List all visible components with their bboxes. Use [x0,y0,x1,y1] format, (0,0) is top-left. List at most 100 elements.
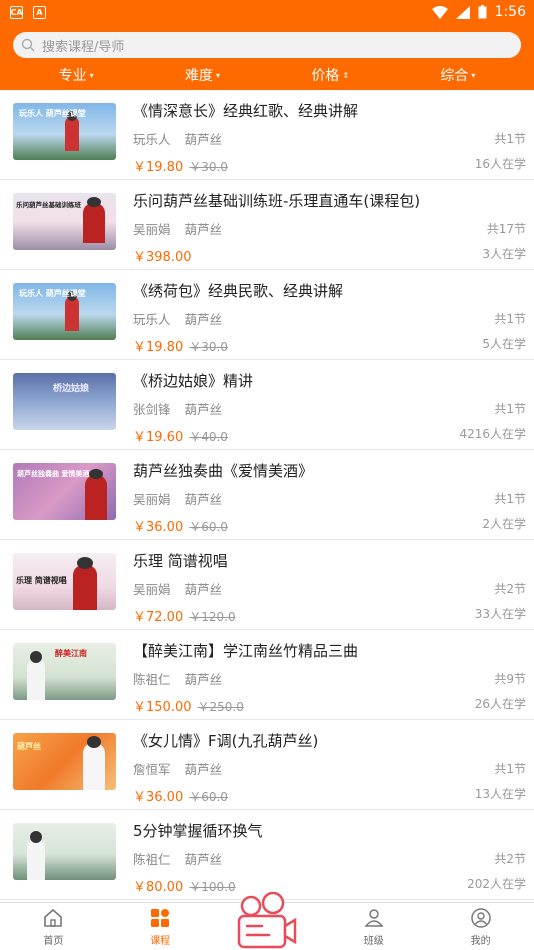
lesson-count: 共1节 [494,402,526,416]
learner-count: 13人在学 [474,787,526,801]
course-item[interactable]: 葫芦丝 《女儿情》F调(九孔葫芦丝) 詹恒军 葫芦丝 共1节 ￥36.00 ￥60.… [0,720,534,810]
original-price: ￥60.0 [189,520,228,534]
search-input[interactable]: 搜索课程/导师 [42,36,124,55]
learner-count: 4216人在学 [459,427,526,441]
teacher-name: 玩乐人 [133,312,171,327]
sort-icon: ⇕ [342,70,350,80]
course-category: 葫芦丝 [184,762,223,777]
course-title: 乐理 简谱视唱 [133,552,228,570]
original-price: ￥120.0 [189,610,236,624]
filter-price[interactable]: 价格 ⇕ [311,65,349,85]
course-category: 葫芦丝 [184,132,223,147]
thumbnail-text: 乐理 简谱视唱 [16,575,67,585]
wifi-icon [431,5,448,19]
course-thumbnail: 桥边姑娘 [13,373,116,430]
course-thumbnail: 玩乐人 葫芦丝课堂 [13,283,116,340]
original-price: ￥250.0 [197,700,244,714]
course-item[interactable]: 5分钟掌握循环换气 陈祖仁 葫芦丝 共2节 ￥80.00 ￥100.0 202人在学 [0,810,534,900]
course-item[interactable]: 桥边姑娘 《桥边姑娘》精讲 张剑锋 葫芦丝 共1节 ￥19.60 ￥40.0 421… [0,360,534,450]
nav-class[interactable]: 班级 [320,903,427,950]
course-price: ￥36.00 [133,790,184,805]
course-category: 葫芦丝 [184,672,223,687]
thumbnail-text: 桥边姑娘 [53,384,90,394]
course-title: 《情深意长》经典红歌、经典讲解 [133,102,359,120]
profile-icon [470,908,491,928]
learner-count: 16人在学 [474,157,526,171]
filter-label: 价格 [311,68,340,84]
course-category: 葫芦丝 [184,222,223,237]
nav-label: 课程 [150,936,171,947]
course-thumbnail: 葫芦丝 [13,733,116,790]
learner-count: 3人在学 [482,247,526,261]
filter-overall[interactable]: 综合 ▾ [440,65,475,85]
course-price: ￥72.00 [133,610,184,625]
course-title: 《女儿情》F调(九孔葫芦丝) [133,732,319,750]
learner-count: 26人在学 [474,697,526,711]
course-thumbnail: 乐问葫芦丝基础训练班 [13,193,116,250]
thumbnail-text: 乐问葫芦丝基础训练班 [16,201,81,209]
original-price: ￥40.0 [189,430,228,444]
original-price: ￥30.0 [189,340,228,354]
nav-course[interactable]: 课程 [107,903,214,950]
course-price: ￥36.00 [133,520,184,535]
search-icon [21,38,35,52]
course-category: 葫芦丝 [184,582,223,597]
chevron-down-icon: ▾ [215,70,220,80]
camera-icon[interactable] [236,892,298,950]
nav-label: 班级 [363,936,384,947]
nav-label: 首页 [43,936,64,947]
course-category: 葫芦丝 [184,312,223,327]
course-item[interactable]: 乐理 简谱视唱 乐理 简谱视唱 吴丽娟 葫芦丝 共2节 ￥72.00 ￥120.0 … [0,540,534,630]
signal-icon [455,5,470,19]
course-title: 5分钟掌握循环换气 [133,822,263,840]
lesson-count: 共2节 [494,582,526,596]
course-grid-icon [151,909,170,927]
thumbnail-text: 玩乐人 葫芦丝课堂 [19,288,86,298]
lesson-count: 共1节 [494,762,526,776]
learner-count: 33人在学 [474,607,526,621]
lesson-count: 共1节 [494,132,526,146]
notification-icon: CA [10,5,23,19]
filter-difficulty[interactable]: 难度 ▾ [185,65,220,85]
course-item[interactable]: 醉美江南 【醉美江南】学江南丝竹精品三曲 陈祖仁 葫芦丝 共9节 ￥150.00 ￥… [0,630,534,720]
course-category: 葫芦丝 [184,492,223,507]
teacher-name: 陈祖仁 [133,672,171,687]
chevron-down-icon: ▾ [89,70,94,80]
chevron-down-icon: ▾ [471,70,476,80]
teacher-name: 陈祖仁 [133,852,171,867]
nav-label: 我的 [470,936,491,947]
nav-profile[interactable]: 我的 [427,903,534,950]
thumbnail-text: 醉美江南 [55,648,87,658]
course-title: 《绣荷包》经典民歌、经典讲解 [133,282,344,300]
teacher-name: 吴丽娟 [133,222,171,237]
lesson-count: 共9节 [494,672,526,686]
lesson-count: 共2节 [494,852,526,866]
filter-bar: 专业 ▾ 难度 ▾ 价格 ⇕ 综合 ▾ [13,60,521,90]
original-price: ￥100.0 [189,880,236,894]
course-title: 【醉美江南】学江南丝竹精品三曲 [133,642,359,660]
teacher-name: 张剑锋 [133,402,171,417]
course-list: 玩乐人 葫芦丝课堂 《情深意长》经典红歌、经典讲解 玩乐人 葫芦丝 共1节 ￥19… [0,90,534,902]
teacher-name: 詹恒军 [133,762,171,777]
course-item[interactable]: 玩乐人 葫芦丝课堂 《绣荷包》经典民歌、经典讲解 玩乐人 葫芦丝 共1节 ￥19.… [0,270,534,360]
lesson-count: 共1节 [494,312,526,326]
course-thumbnail: 葫芦丝独奏曲 爱情美酒 [13,463,116,520]
header: 搜索课程/导师 专业 ▾ 难度 ▾ 价格 ⇕ 综合 ▾ [0,24,534,90]
search-bar[interactable]: 搜索课程/导师 [13,32,521,58]
learner-count: 5人在学 [482,337,526,351]
learner-count: 2人在学 [482,517,526,531]
course-thumbnail [13,823,116,880]
course-price: ￥19.60 [133,430,184,445]
teacher-name: 吴丽娟 [133,492,171,507]
original-price: ￥60.0 [189,790,228,804]
course-item[interactable]: 乐问葫芦丝基础训练班 乐问葫芦丝基础训练班-乐理直通车(课程包) 吴丽娟 葫芦丝 … [0,180,534,270]
course-price: ￥19.80 [133,160,184,175]
lesson-count: 共1节 [494,492,526,506]
nav-home[interactable]: 首页 [0,903,107,950]
thumbnail-text: 葫芦丝独奏曲 爱情美酒 [17,469,90,478]
course-category: 葫芦丝 [184,402,223,417]
course-item[interactable]: 葫芦丝独奏曲 爱情美酒 葫芦丝独奏曲《爱情美酒》 吴丽娟 葫芦丝 共1节 ￥36.… [0,450,534,540]
course-price: ￥398.00 [133,250,192,265]
filter-major[interactable]: 专业 ▾ [59,65,94,85]
course-item[interactable]: 玩乐人 葫芦丝课堂 《情深意长》经典红歌、经典讲解 玩乐人 葫芦丝 共1节 ￥19… [0,90,534,180]
